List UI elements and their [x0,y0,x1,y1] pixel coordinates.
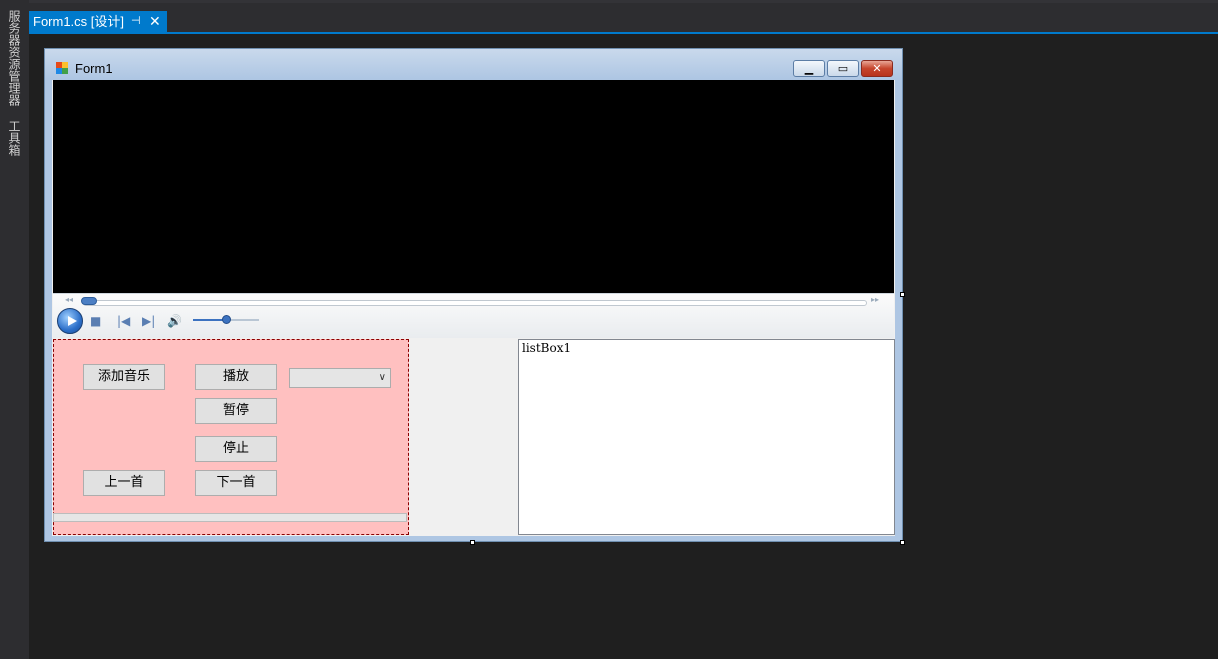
toolbox-tab[interactable]: 工具箱 [6,120,22,156]
form-window[interactable]: Form1 ▁ ▭ ✕ ◂◂ ▸▸ ■ |◀ ▶| 🔊 添加音乐 播放 ∨ 暂停 [44,48,903,542]
stop-icon[interactable]: ■ [90,314,101,328]
chevron-down-icon[interactable]: ∨ [379,369,386,387]
next-track-icon[interactable]: ▶| [142,314,155,328]
pause-button[interactable]: 暂停 [195,398,277,424]
play-icon[interactable] [57,308,83,334]
seek-bar[interactable] [83,300,867,306]
control-panel: 添加音乐 播放 ∨ 暂停 停止 上一首 下一首 [53,339,409,535]
next-button[interactable]: 下一首 [195,470,277,496]
speaker-icon[interactable]: 🔊 [167,314,182,328]
fast-forward-icon[interactable]: ▸▸ [871,295,879,304]
playlist-listbox[interactable]: listBox1 [518,339,895,535]
playback-progress-bar[interactable] [53,513,407,522]
maximize-button[interactable]: ▭ [827,60,859,77]
stop-button[interactable]: 停止 [195,436,277,462]
form-client-area: ◂◂ ▸▸ ■ |◀ ▶| 🔊 添加音乐 播放 ∨ 暂停 停止 上一首 下一首 [52,80,895,536]
left-tool-strip: 服务器资源管理器 工具箱 [0,0,30,659]
previous-button[interactable]: 上一首 [83,470,165,496]
tab-title: Form1.cs [设计] [33,14,125,29]
tab-form1-design[interactable]: Form1.cs [设计] ⊣ ✕ [29,11,167,32]
resize-handle-corner[interactable] [900,540,905,545]
add-music-button[interactable]: 添加音乐 [83,364,165,390]
play-mode-combobox[interactable]: ∨ [289,368,391,388]
seek-thumb[interactable] [81,297,97,305]
form-title: Form1 [75,61,113,76]
resize-handle-right[interactable] [900,292,905,297]
close-icon: ✕ [872,62,882,75]
tab-strip-topline [29,0,1218,3]
previous-track-icon[interactable]: |◀ [117,314,130,328]
server-explorer-tab[interactable]: 服务器资源管理器 [6,10,22,106]
listbox-label: listBox1 [522,341,572,355]
media-player-controls: ◂◂ ▸▸ ■ |◀ ▶| 🔊 [53,293,894,338]
volume-thumb[interactable] [222,315,231,324]
resize-handle-bottom[interactable] [470,540,475,545]
form-app-icon [56,62,68,74]
pin-icon[interactable]: ⊣ [131,11,141,32]
maximize-icon: ▭ [837,62,849,75]
document-tab-strip: Form1.cs [设计] ⊣ ✕ [29,0,1218,34]
minimize-icon: ▁ [804,62,814,75]
media-player-video[interactable] [53,80,894,293]
rewind-icon[interactable]: ◂◂ [65,295,73,304]
close-icon[interactable]: ✕ [149,11,161,32]
close-button[interactable]: ✕ [861,60,893,77]
minimize-button[interactable]: ▁ [793,60,825,77]
play-button[interactable]: 播放 [195,364,277,390]
